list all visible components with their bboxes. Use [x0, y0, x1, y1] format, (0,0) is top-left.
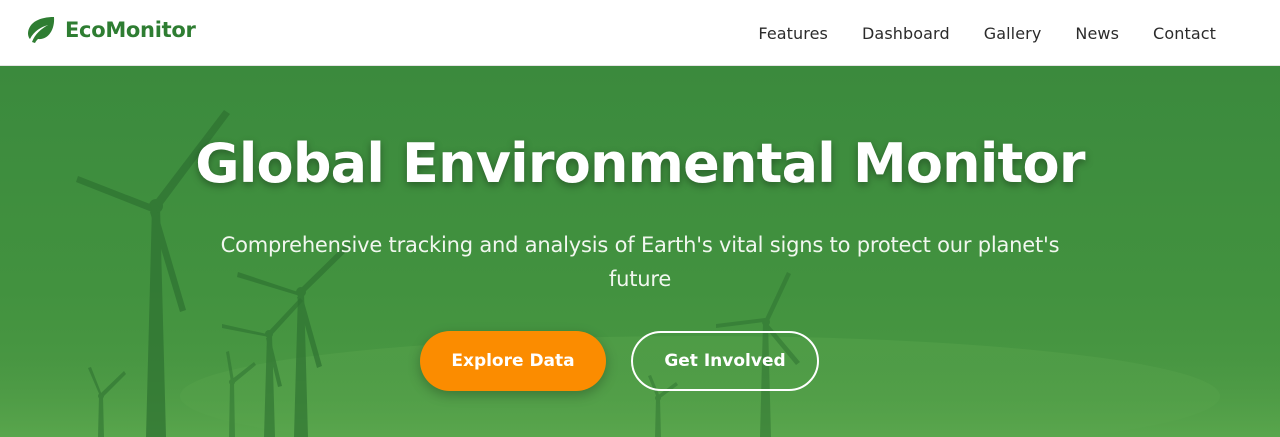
brand-logo[interactable]: EcoMonitor: [24, 16, 196, 44]
site-header: EcoMonitor Features Dashboard Gallery Ne…: [0, 0, 1280, 66]
hero-title: Global Environmental Monitor: [195, 132, 1085, 195]
explore-data-button[interactable]: Explore Data: [420, 331, 606, 391]
get-involved-button[interactable]: Get Involved: [631, 331, 819, 391]
main-nav: Features Dashboard Gallery News Contact: [758, 0, 1216, 66]
hero-subtitle: Comprehensive tracking and analysis of E…: [220, 233, 1060, 291]
leaf-icon: [28, 17, 55, 43]
nav-link-gallery[interactable]: Gallery: [984, 24, 1042, 43]
brand-name: EcoMonitor: [65, 18, 196, 42]
hero-section: Global Environmental Monitor Comprehensi…: [0, 66, 1280, 437]
nav-link-news[interactable]: News: [1075, 24, 1119, 43]
nav-link-features[interactable]: Features: [758, 24, 828, 43]
nav-link-dashboard[interactable]: Dashboard: [862, 24, 950, 43]
nav-link-contact[interactable]: Contact: [1153, 24, 1216, 43]
